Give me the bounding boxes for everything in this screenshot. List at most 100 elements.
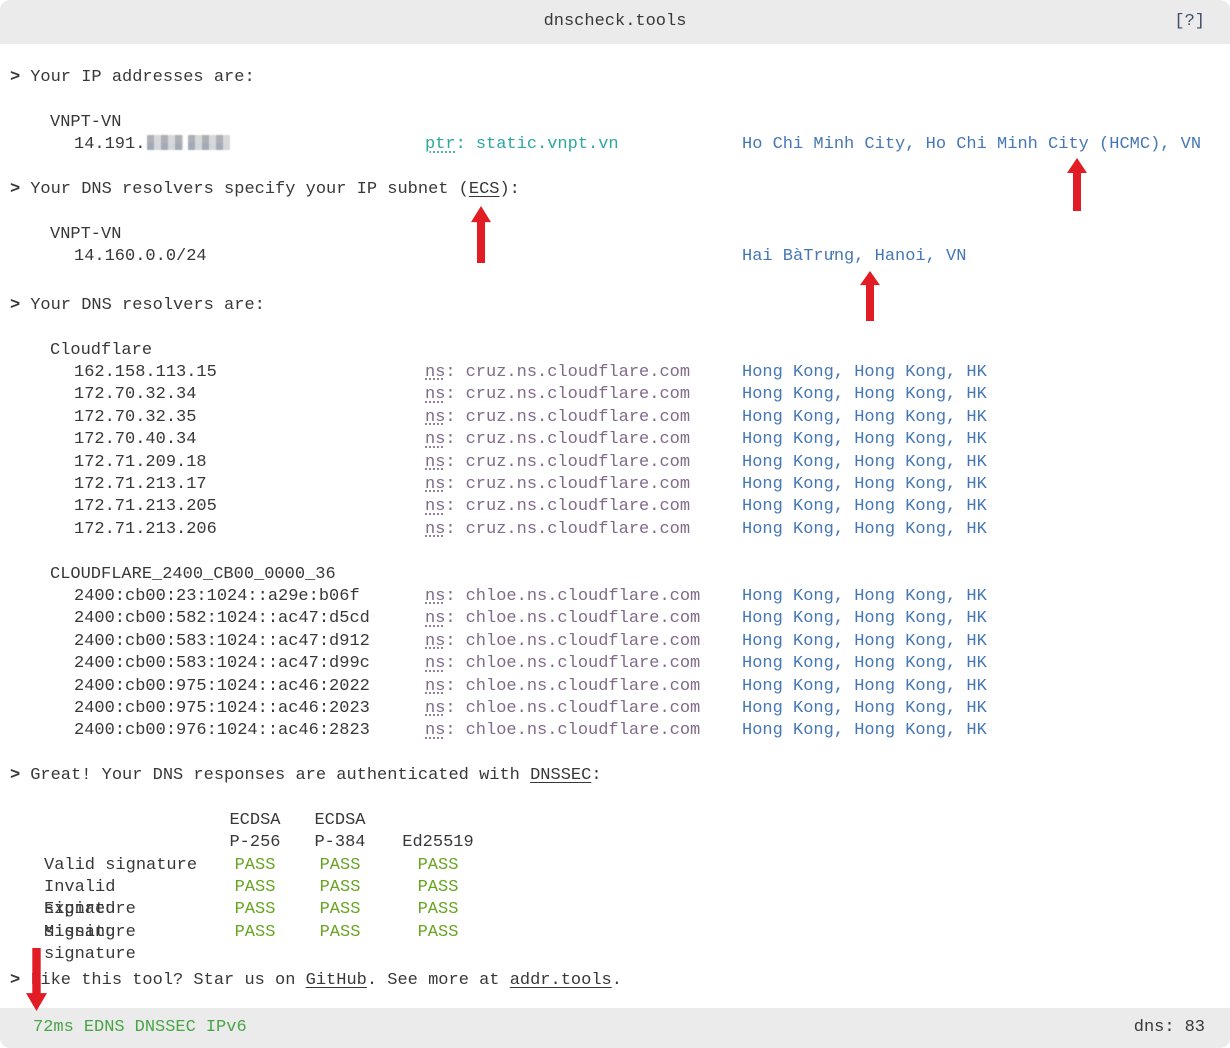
ns-hostname: cruz.ns.cloudflare.com (466, 363, 690, 382)
geo-location: Hong Kong, Hong Kong, HK (742, 452, 1230, 474)
ns-label[interactable]: ns (425, 721, 445, 740)
dnscheck-page: dnscheck.tools [?] >Your IP addresses ar… (0, 0, 1230, 1048)
addr-tools-link[interactable]: addr.tools (510, 971, 612, 990)
resolver-ip: 2400:cb00:975:1024::ac46:2022 (74, 676, 425, 698)
resolver-row: 2400:cb00:976:1024::ac46:2823 ns:chloe.n… (10, 720, 1230, 742)
resolver-ip: 172.71.213.206 (74, 519, 425, 541)
geo-location: Hai BàTrưng, Hanoi, VN (742, 246, 1230, 268)
dnssec-test-row: Expired signature PASS PASS PASS (44, 899, 1230, 921)
section-heading-ecs: >Your DNS resolvers specify your IP subn… (10, 179, 1230, 201)
resolver-row: 172.70.32.34 ns:cruz.ns.cloudflare.com H… (10, 384, 1230, 406)
dnssec-test-row: Valid signature PASS PASS PASS (44, 855, 1230, 877)
ns-label[interactable]: ns (425, 408, 445, 427)
dnssec-results-table: ECDSA ECDSA P-256 P-384 Ed25519 Valid si… (10, 810, 1230, 944)
resolver-ip: 2400:cb00:583:1024::ac47:d99c (74, 653, 425, 675)
ns-record: ns:chloe.ns.cloudflare.com (425, 676, 742, 698)
prompt-caret: > (10, 766, 30, 785)
resolver-list-ipv4: 162.158.113.15 ns:cruz.ns.cloudflare.com… (10, 362, 1230, 541)
resolver-row: 2400:cb00:583:1024::ac47:d912 ns:chloe.n… (10, 631, 1230, 653)
resolver-group-name: Cloudflare (10, 340, 1230, 362)
ns-hostname: cruz.ns.cloudflare.com (466, 475, 690, 494)
resolver-ip: 172.70.40.34 (74, 429, 425, 451)
geo-location: Hong Kong, Hong Kong, HK (742, 407, 1230, 429)
ns-label[interactable]: ns (425, 430, 445, 449)
resolver-ip: 2400:cb00:975:1024::ac46:2023 (74, 698, 425, 720)
ecs-subnet-row: 14.160.0.0/24 Hai BàTrưng, Hanoi, VN (10, 246, 1230, 268)
ptr-record: ptr:static.vnpt.vn (425, 134, 742, 156)
redacted-ip-octet (188, 135, 230, 150)
ns-record: ns:chloe.ns.cloudflare.com (425, 608, 742, 630)
resolver-group-name: CLOUDFLARE_2400_CB00_0000_36 (10, 564, 1230, 586)
ns-label[interactable]: ns (425, 677, 445, 696)
ns-hostname: cruz.ns.cloudflare.com (466, 408, 690, 427)
ns-label[interactable]: ns (425, 654, 445, 673)
resolver-row: 2400:cb00:975:1024::ac46:2022 ns:chloe.n… (10, 676, 1230, 698)
resolver-ip: 172.71.213.17 (74, 474, 425, 496)
ns-label[interactable]: ns (425, 475, 445, 494)
ns-record: ns:cruz.ns.cloudflare.com (425, 474, 742, 496)
ns-hostname: chloe.ns.cloudflare.com (466, 654, 701, 673)
ns-hostname: cruz.ns.cloudflare.com (466, 453, 690, 472)
section-heading-resolvers: >Your DNS resolvers are: (10, 295, 1230, 317)
ns-label[interactable]: ns (425, 363, 445, 382)
resolver-ip: 2400:cb00:23:1024::a29e:b06f (74, 586, 425, 608)
geo-location: Hong Kong, Hong Kong, HK (742, 362, 1230, 384)
prompt-caret: > (10, 68, 30, 87)
github-link[interactable]: GitHub (306, 971, 367, 990)
geo-location: Hong Kong, Hong Kong, HK (742, 586, 1230, 608)
resolver-row: 172.71.213.206 ns:cruz.ns.cloudflare.com… (10, 519, 1230, 541)
ns-hostname: chloe.ns.cloudflare.com (466, 632, 701, 651)
ns-record: ns:chloe.ns.cloudflare.com (425, 653, 742, 675)
geo-location: Ho Chi Minh City, Ho Chi Minh City (HCMC… (742, 134, 1230, 156)
geo-location: Hong Kong, Hong Kong, HK (742, 429, 1230, 451)
resolver-ip: 2400:cb00:582:1024::ac47:d5cd (74, 608, 425, 630)
dnssec-test-row: Missing signature PASS PASS PASS (44, 922, 1230, 944)
ns-record: ns:cruz.ns.cloudflare.com (425, 496, 742, 518)
dnssec-test-result: PASS (297, 922, 383, 967)
resolver-ip: 172.71.209.18 (74, 452, 425, 474)
ip-address-row: 14.191. ptr:static.vnpt.vn Ho Chi Minh C… (10, 134, 1230, 156)
prompt-caret: > (10, 296, 30, 315)
ns-record: ns:chloe.ns.cloudflare.com (425, 720, 742, 742)
status-badge: IPv6 (206, 1017, 247, 1039)
ecs-subnet: 14.160.0.0/24 (74, 246, 425, 268)
ns-record: ns:cruz.ns.cloudflare.com (425, 519, 742, 541)
ns-label[interactable]: ns (425, 632, 445, 651)
ns-label[interactable]: ns (425, 609, 445, 628)
resolver-row: 172.70.40.34 ns:cruz.ns.cloudflare.com H… (10, 429, 1230, 451)
resolver-row: 172.71.213.205 ns:cruz.ns.cloudflare.com… (10, 496, 1230, 518)
ns-hostname: chloe.ns.cloudflare.com (466, 609, 701, 628)
resolver-ip: 2400:cb00:583:1024::ac47:d912 (74, 631, 425, 653)
help-button[interactable]: [?] (1174, 0, 1205, 44)
ns-label[interactable]: ns (425, 453, 445, 472)
ip-address: 14.191. (74, 134, 425, 156)
section-heading-dnssec: >Great! Your DNS responses are authentic… (10, 765, 1230, 787)
asn-group-name: VNPT-VN (10, 224, 1230, 246)
ns-hostname: chloe.ns.cloudflare.com (466, 721, 701, 740)
geo-location: Hong Kong, Hong Kong, HK (742, 698, 1230, 720)
ns-label[interactable]: ns (425, 497, 445, 516)
resolver-row: 2400:cb00:582:1024::ac47:d5cd ns:chloe.n… (10, 608, 1230, 630)
ns-record: ns:chloe.ns.cloudflare.com (425, 698, 742, 720)
geo-location: Hong Kong, Hong Kong, HK (742, 496, 1230, 518)
dnssec-test-result: PASS (213, 922, 297, 967)
status-badges: 72msEDNSDNSSECIPv6 (33, 1017, 247, 1039)
ns-label[interactable]: ns (425, 699, 445, 718)
ns-hostname: cruz.ns.cloudflare.com (466, 497, 690, 516)
resolver-ip: 162.158.113.15 (74, 362, 425, 384)
geo-location: Hong Kong, Hong Kong, HK (742, 631, 1230, 653)
resolver-row: 172.71.213.17 ns:cruz.ns.cloudflare.com … (10, 474, 1230, 496)
ns-label[interactable]: ns (425, 385, 445, 404)
ns-label[interactable]: ns (425, 587, 445, 606)
ptr-label[interactable]: ptr (425, 135, 456, 154)
status-badge: EDNS (84, 1017, 125, 1039)
annotation-arrow-down-latency (26, 948, 47, 1011)
status-badge: DNSSEC (135, 1017, 196, 1039)
dnssec-test-rows: Valid signature PASS PASS PASS Invalid s… (44, 855, 1230, 945)
ecs-link[interactable]: ECS (469, 180, 500, 199)
dnssec-link[interactable]: DNSSEC (530, 766, 591, 785)
ns-label[interactable]: ns (425, 520, 445, 539)
dnssec-test-label: Valid signature (44, 855, 213, 877)
ns-record: ns:cruz.ns.cloudflare.com (425, 407, 742, 429)
resolver-list-ipv6: 2400:cb00:23:1024::a29e:b06f ns:chloe.ns… (10, 586, 1230, 743)
